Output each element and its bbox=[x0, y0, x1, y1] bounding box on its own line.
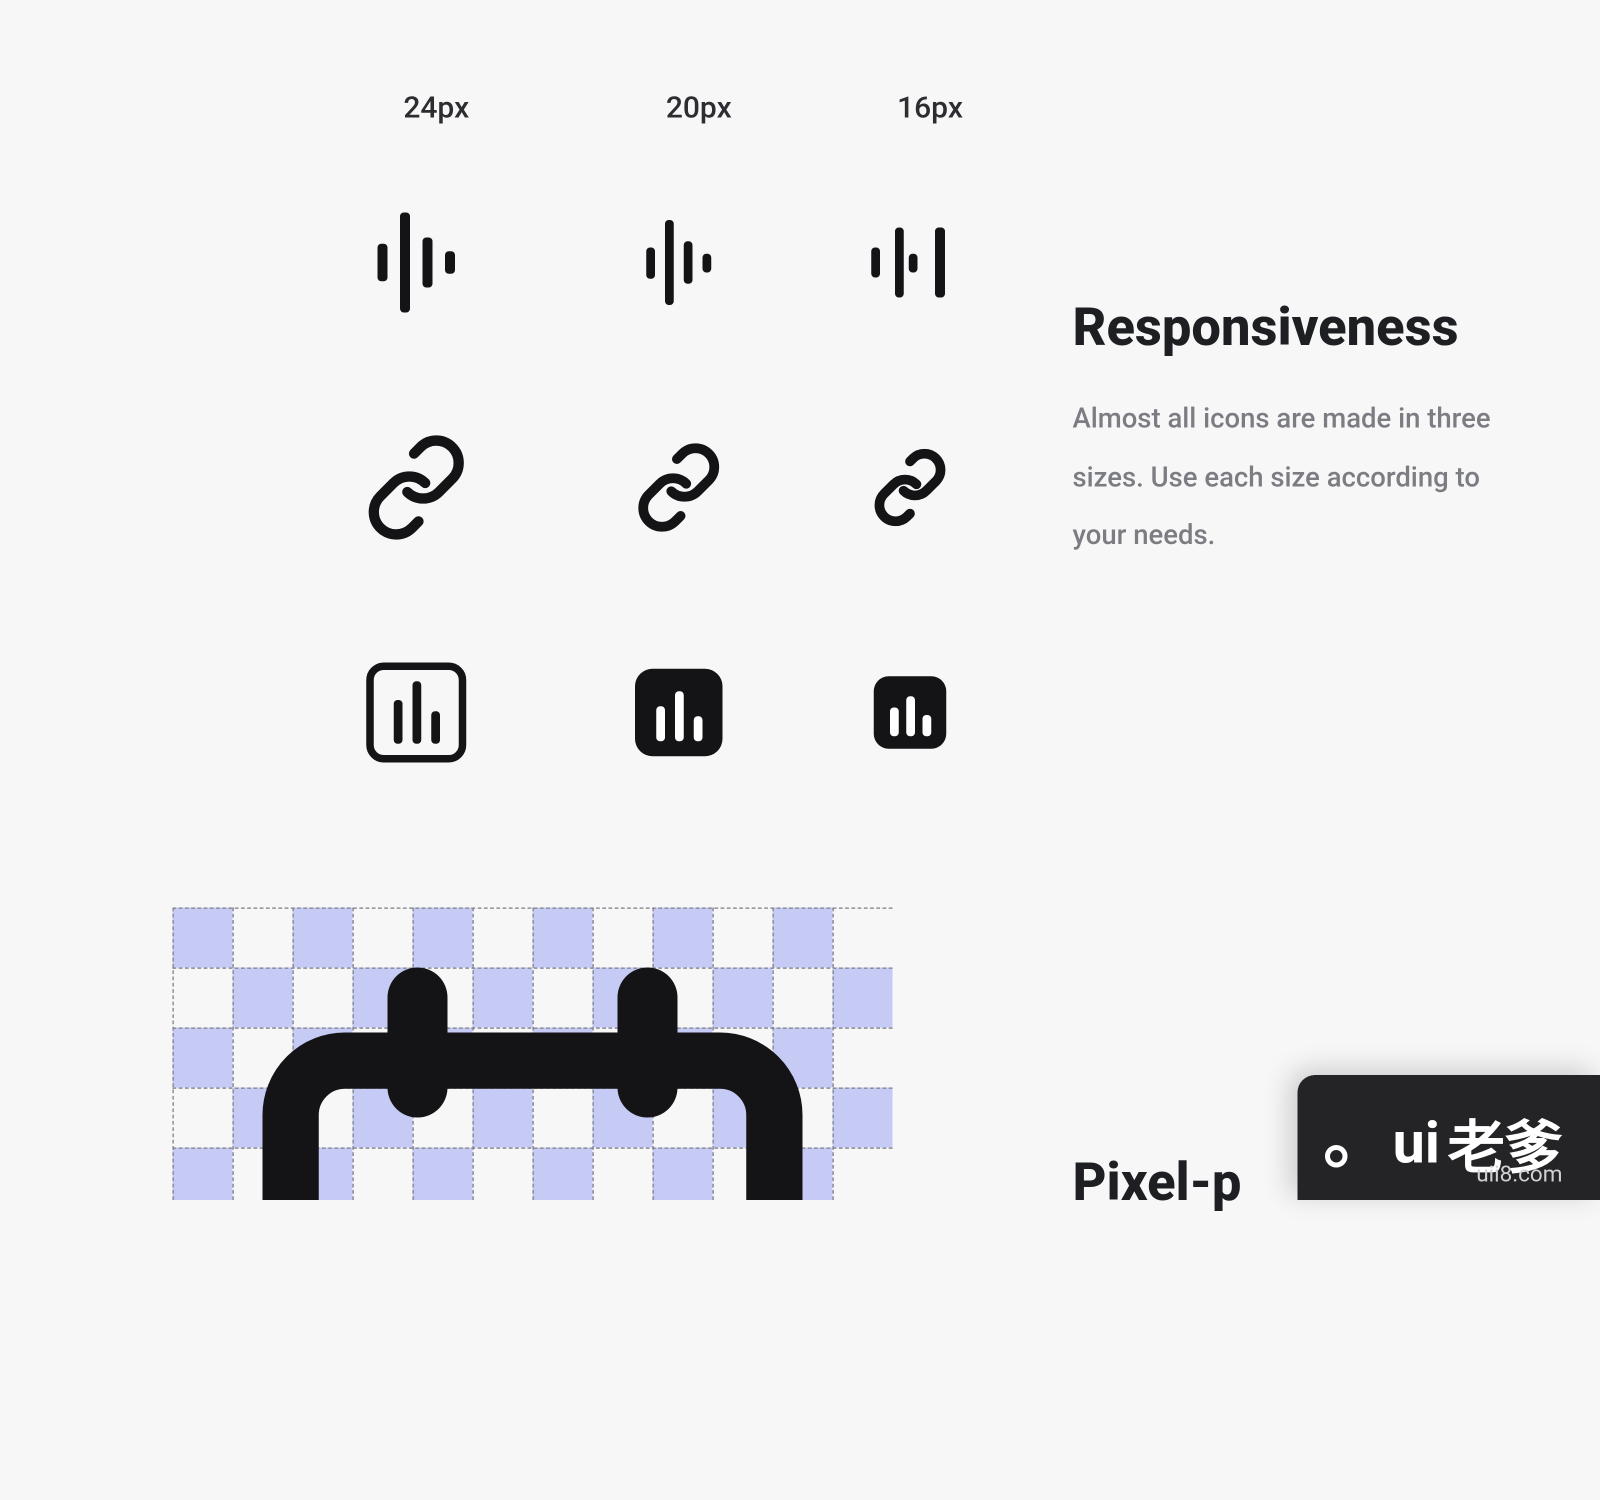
watermark-logo-text: ui bbox=[1393, 1110, 1440, 1178]
icon-row-wave bbox=[273, 188, 1023, 338]
link-icon bbox=[634, 443, 724, 533]
section-title: Responsiveness bbox=[1073, 298, 1523, 359]
wave-icon bbox=[641, 220, 716, 305]
section-title: Pixel-p bbox=[1073, 1153, 1242, 1214]
size-label-24: 24px bbox=[293, 90, 581, 125]
watermark-url: uii8.com bbox=[1476, 1161, 1562, 1187]
chart-icon bbox=[635, 669, 723, 757]
link-icon bbox=[871, 449, 949, 527]
wave-icon bbox=[864, 228, 953, 298]
size-labels-row: 24px 20px 16px bbox=[293, 90, 1043, 125]
section-description: Almost all icons are made in three sizes… bbox=[1073, 391, 1523, 566]
watermark-dot-icon bbox=[1325, 1145, 1348, 1168]
pixel-grid-preview bbox=[173, 908, 893, 1201]
watermark-badge: ui 老爹 uii8.com bbox=[1298, 1075, 1600, 1200]
section-responsiveness: Responsiveness Almost all icons are made… bbox=[1073, 298, 1523, 567]
size-label-16: 16px bbox=[818, 90, 1043, 125]
size-label-20: 20px bbox=[580, 90, 818, 125]
section-pixel-perfect: Pixel-p bbox=[1073, 1153, 1242, 1214]
link-icon bbox=[363, 434, 471, 542]
chart-icon bbox=[874, 676, 947, 749]
icon-row-link bbox=[273, 413, 1023, 563]
icon-grid bbox=[273, 188, 1023, 863]
wave-icon bbox=[371, 213, 461, 313]
icon-row-chart bbox=[273, 638, 1023, 788]
chart-icon bbox=[366, 663, 466, 763]
